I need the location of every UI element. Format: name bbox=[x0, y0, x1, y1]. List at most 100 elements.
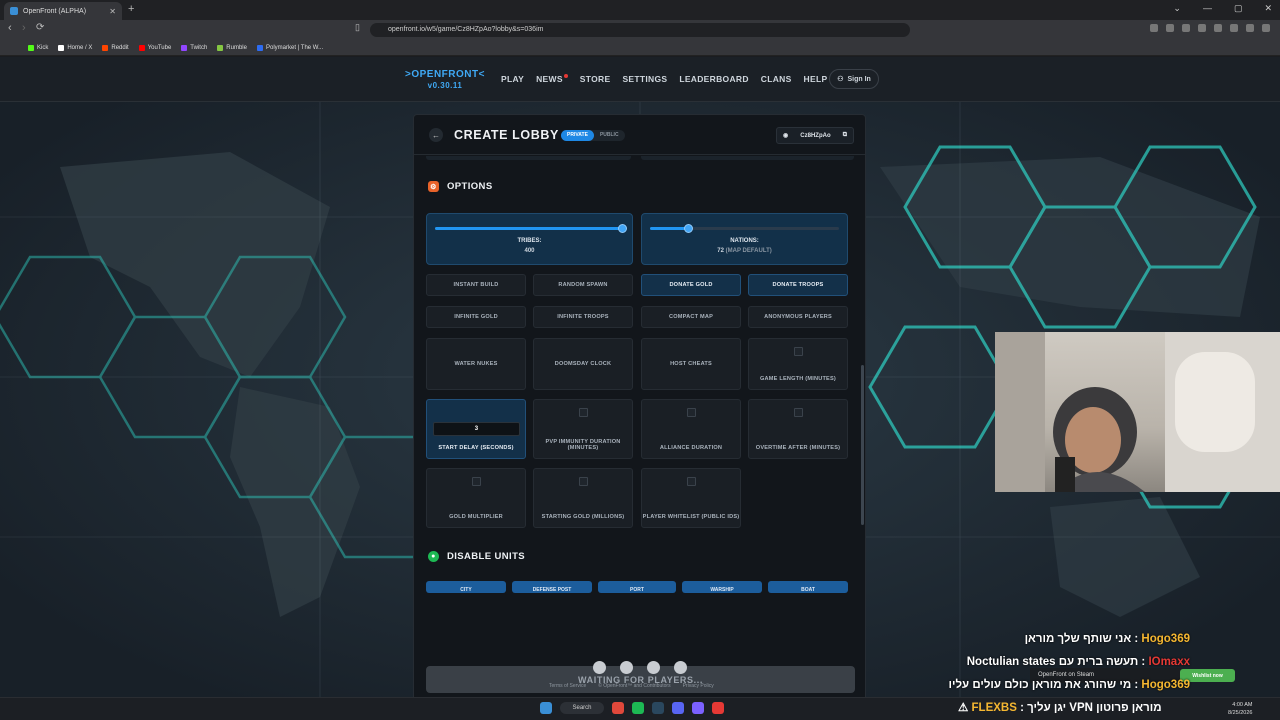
minimize-icon[interactable]: — bbox=[1203, 3, 1212, 14]
start-delay-option[interactable]: 3 START DELAY (SECONDS) bbox=[426, 399, 526, 459]
scrollbar[interactable] bbox=[861, 160, 864, 600]
bookmark-x[interactable]: Home / X bbox=[58, 44, 92, 51]
tribes-slider-handle[interactable] bbox=[618, 224, 628, 233]
alliance-duration-option[interactable]: ALLIANCE DURATION bbox=[641, 399, 741, 459]
private-option[interactable]: PRIVATE bbox=[561, 130, 594, 141]
spotify-icon[interactable] bbox=[632, 702, 644, 714]
bookmark-twitch[interactable]: Twitch bbox=[181, 44, 207, 51]
host-cheats-toggle[interactable]: HOST CHEATS bbox=[641, 338, 741, 390]
unit-defense-post-toggle[interactable]: DEFENSE POST bbox=[512, 581, 592, 593]
infinite-gold-toggle[interactable]: INFINITE GOLD bbox=[426, 306, 526, 328]
discord-icon[interactable] bbox=[672, 702, 684, 714]
tribes-slider-card: TRIBES: 400 bbox=[426, 213, 633, 265]
scrollbar-thumb[interactable] bbox=[861, 365, 864, 525]
player-whitelist-option[interactable]: PLAYER WHITELIST (PUBLIC IDS) bbox=[641, 468, 741, 528]
nations-slider[interactable] bbox=[650, 224, 839, 233]
anonymous-players-toggle[interactable]: ANONYMOUS PLAYERS bbox=[748, 306, 848, 328]
alliance-duration-checkbox[interactable] bbox=[687, 408, 696, 417]
options-scroll-area[interactable]: ⚙ OPTIONS TRIBES: 400 NATIONS: 72 (MAP D… bbox=[414, 156, 865, 656]
app-icon[interactable] bbox=[692, 702, 704, 714]
unit-boat-toggle[interactable]: BOAT bbox=[768, 581, 848, 593]
discord-icon[interactable] bbox=[647, 661, 660, 674]
starting-gold-option[interactable]: STARTING GOLD (MILLIONS) bbox=[533, 468, 633, 528]
start-delay-input[interactable]: 3 bbox=[433, 422, 520, 436]
back-arrow-icon[interactable]: ← bbox=[429, 128, 443, 142]
bookmark-icon[interactable]: ▯ bbox=[355, 22, 360, 33]
new-tab-icon[interactable]: + bbox=[128, 3, 134, 15]
globe-icon[interactable] bbox=[674, 661, 687, 674]
sign-in-button[interactable]: ⚇ Sign In bbox=[829, 69, 879, 89]
url-field[interactable]: openfront.io/w5/game/Cz8HZpAo?lobby&s=03… bbox=[370, 23, 910, 37]
close-tab-icon[interactable]: ✕ bbox=[109, 7, 116, 16]
random-spawn-toggle[interactable]: RANDOM SPAWN bbox=[533, 274, 633, 296]
gear-icon: ⚙ bbox=[428, 181, 439, 192]
extension-icon[interactable] bbox=[1214, 24, 1222, 32]
player-whitelist-checkbox[interactable] bbox=[687, 477, 696, 486]
taskbar-search[interactable]: Search bbox=[560, 702, 604, 714]
extension-icon[interactable] bbox=[1246, 24, 1254, 32]
game-length-option[interactable]: GAME LENGTH (MINUTES) bbox=[748, 338, 848, 390]
nav-leaderboard[interactable]: LEADERBOARD bbox=[679, 74, 748, 84]
bookmark-rumble[interactable]: Rumble bbox=[217, 44, 247, 51]
forward-icon[interactable]: › bbox=[22, 22, 26, 34]
gold-multiplier-option[interactable]: GOLD MULTIPLIER bbox=[426, 468, 526, 528]
back-icon[interactable]: ‹ bbox=[8, 22, 12, 34]
copy-icon[interactable]: ⧉ bbox=[843, 132, 847, 139]
gold-multiplier-checkbox[interactable] bbox=[472, 477, 481, 486]
chevron-down-icon[interactable]: ⌄ bbox=[1173, 3, 1181, 14]
nav-help[interactable]: HELP bbox=[804, 74, 828, 84]
bookmark-youtube[interactable]: YouTube bbox=[138, 44, 171, 51]
nav-news[interactable]: NEWS bbox=[536, 74, 568, 84]
reload-icon[interactable]: ⟳ bbox=[36, 22, 44, 33]
nav-play[interactable]: PLAY bbox=[501, 74, 524, 84]
instant-build-toggle[interactable]: INSTANT BUILD bbox=[426, 274, 526, 296]
tab-title: OpenFront (ALPHA) bbox=[23, 7, 87, 15]
lobby-id-box[interactable]: ◉ Cz8HZpAo ⧉ bbox=[776, 127, 854, 144]
privacy-link[interactable]: Privacy Policy bbox=[683, 683, 714, 689]
close-window-icon[interactable]: ✕ bbox=[1264, 3, 1272, 14]
nav-settings[interactable]: SETTINGS bbox=[622, 74, 667, 84]
donate-gold-toggle[interactable]: DONATE GOLD bbox=[641, 274, 741, 296]
doomsday-clock-toggle[interactable]: DOOMSDAY CLOCK bbox=[533, 338, 633, 390]
brave-icon[interactable] bbox=[612, 702, 624, 714]
nav-clans[interactable]: CLANS bbox=[761, 74, 792, 84]
extension-icon[interactable] bbox=[1198, 24, 1206, 32]
steam-icon[interactable] bbox=[652, 702, 664, 714]
nations-slider-handle[interactable] bbox=[683, 224, 693, 233]
github-icon[interactable] bbox=[593, 661, 606, 674]
openfront-logo[interactable]: >OPENFRONT< v0.30.11 bbox=[405, 69, 485, 91]
nav-store[interactable]: STORE bbox=[580, 74, 611, 84]
starting-gold-checkbox[interactable] bbox=[579, 477, 588, 486]
donate-troops-toggle[interactable]: DONATE TROOPS bbox=[748, 274, 848, 296]
reddit-icon[interactable] bbox=[620, 661, 633, 674]
unit-warship-toggle[interactable]: WARSHIP bbox=[682, 581, 762, 593]
obs-icon[interactable] bbox=[712, 702, 724, 714]
eye-icon[interactable]: ◉ bbox=[783, 132, 788, 139]
game-length-checkbox[interactable] bbox=[794, 347, 803, 356]
public-option[interactable]: PUBLIC bbox=[594, 130, 625, 141]
infinite-troops-toggle[interactable]: INFINITE TROOPS bbox=[533, 306, 633, 328]
bookmark-reddit[interactable]: Reddit bbox=[102, 44, 129, 51]
compact-map-toggle[interactable]: COMPACT MAP bbox=[641, 306, 741, 328]
overtime-checkbox[interactable] bbox=[794, 408, 803, 417]
unit-port-toggle[interactable]: PORT bbox=[598, 581, 676, 593]
water-nukes-toggle[interactable]: WATER NUKES bbox=[426, 338, 526, 390]
extension-icon[interactable] bbox=[1262, 24, 1270, 32]
windows-start-icon[interactable] bbox=[540, 702, 552, 714]
pvp-immunity-checkbox[interactable] bbox=[579, 408, 588, 417]
lobby-visibility-toggle: PRIVATE PUBLIC bbox=[561, 130, 625, 141]
terms-link[interactable]: Terms of Service bbox=[549, 683, 586, 689]
taskbar-clock[interactable]: 4:00 AM 8/25/2026 bbox=[1228, 701, 1252, 717]
extension-icon[interactable] bbox=[1150, 24, 1158, 32]
browser-tab[interactable]: OpenFront (ALPHA) ✕ bbox=[4, 2, 122, 20]
bookmark-polymarket[interactable]: Polymarket | The W... bbox=[256, 44, 323, 51]
tribes-slider[interactable] bbox=[435, 224, 628, 233]
pvp-immunity-option[interactable]: PVP IMMUNITY DURATION (MINUTES) bbox=[533, 399, 633, 459]
bookmark-kick[interactable]: Kick bbox=[28, 44, 48, 51]
overtime-option[interactable]: OVERTIME AFTER (MINUTES) bbox=[748, 399, 848, 459]
extension-icon[interactable] bbox=[1166, 24, 1174, 32]
unit-city-toggle[interactable]: CITY bbox=[426, 581, 506, 593]
maximize-icon[interactable]: ▢ bbox=[1234, 3, 1243, 14]
extension-icon[interactable] bbox=[1182, 24, 1190, 32]
extension-icon[interactable] bbox=[1230, 24, 1238, 32]
